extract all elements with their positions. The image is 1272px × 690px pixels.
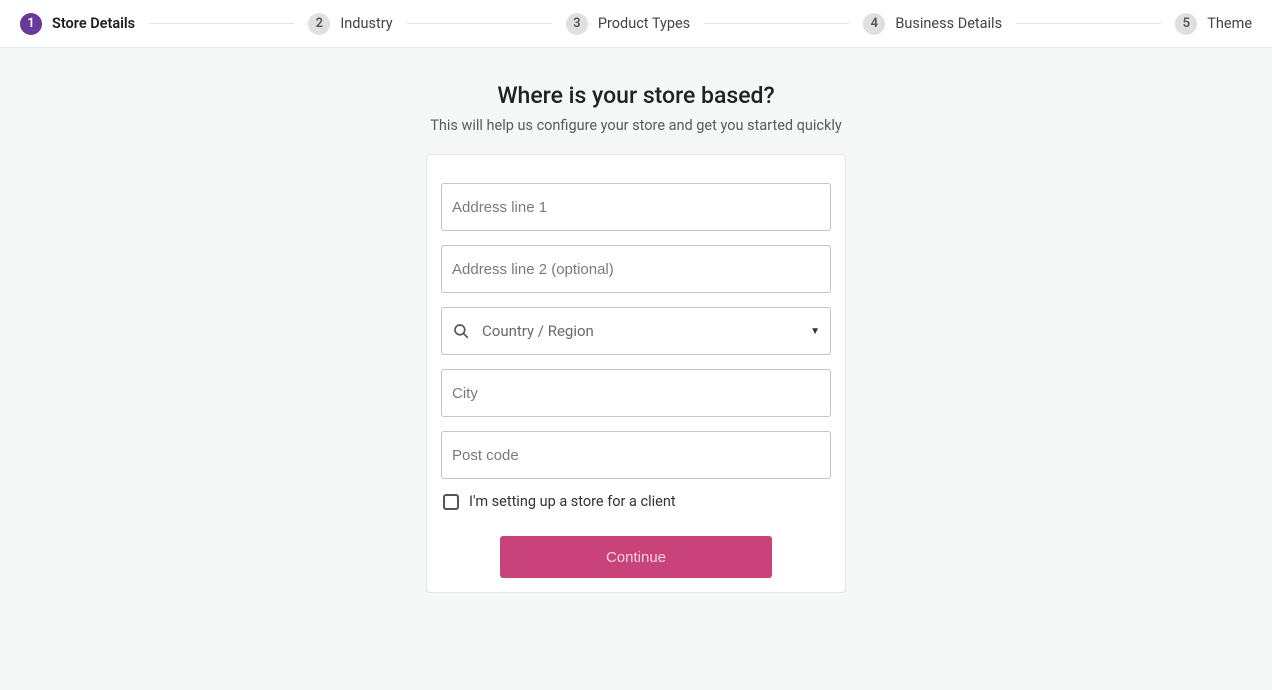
step-connector xyxy=(407,23,552,24)
step-label: Business Details xyxy=(895,15,1002,32)
step-badge: 2 xyxy=(308,13,330,35)
city-input[interactable] xyxy=(452,370,820,416)
page-subtitle: This will help us configure your store a… xyxy=(430,117,842,134)
step-badge: 1 xyxy=(20,13,42,35)
city-field[interactable] xyxy=(441,369,831,417)
country-region-placeholder: Country / Region xyxy=(482,322,810,340)
step-product-types[interactable]: 3 Product Types xyxy=(566,13,690,35)
address-form-card: Country / Region ▼ I'm setting up a stor… xyxy=(426,154,846,593)
step-connector xyxy=(1016,23,1161,24)
address-line-1-input[interactable] xyxy=(452,184,820,230)
step-connector xyxy=(149,23,294,24)
step-store-details[interactable]: 1 Store Details xyxy=(20,13,135,35)
step-badge: 4 xyxy=(863,13,885,35)
address-line-1-field[interactable] xyxy=(441,183,831,231)
search-icon xyxy=(452,322,470,340)
address-line-2-field[interactable] xyxy=(441,245,831,293)
step-label: Industry xyxy=(340,15,392,32)
store-details-page: Where is your store based? This will hel… xyxy=(0,48,1272,593)
step-industry[interactable]: 2 Industry xyxy=(308,13,392,35)
postcode-input[interactable] xyxy=(452,432,820,478)
step-label: Product Types xyxy=(598,15,690,32)
step-business-details[interactable]: 4 Business Details xyxy=(863,13,1002,35)
step-connector xyxy=(704,23,849,24)
chevron-down-icon: ▼ xyxy=(810,326,820,337)
country-region-select[interactable]: Country / Region ▼ xyxy=(441,307,831,355)
address-line-2-input[interactable] xyxy=(452,246,820,292)
step-label: Store Details xyxy=(52,15,135,32)
step-theme[interactable]: 5 Theme xyxy=(1175,13,1252,35)
postcode-field[interactable] xyxy=(441,431,831,479)
checkbox-icon[interactable] xyxy=(443,494,459,510)
setup-stepper: 1 Store Details 2 Industry 3 Product Typ… xyxy=(0,0,1272,48)
step-badge: 5 xyxy=(1175,13,1197,35)
page-title: Where is your store based? xyxy=(497,82,774,109)
step-label: Theme xyxy=(1207,15,1252,32)
step-badge: 3 xyxy=(566,13,588,35)
continue-button[interactable]: Continue xyxy=(500,536,772,578)
client-setup-checkbox-row[interactable]: I'm setting up a store for a client xyxy=(441,493,831,510)
client-setup-checkbox-label: I'm setting up a store for a client xyxy=(469,493,676,510)
